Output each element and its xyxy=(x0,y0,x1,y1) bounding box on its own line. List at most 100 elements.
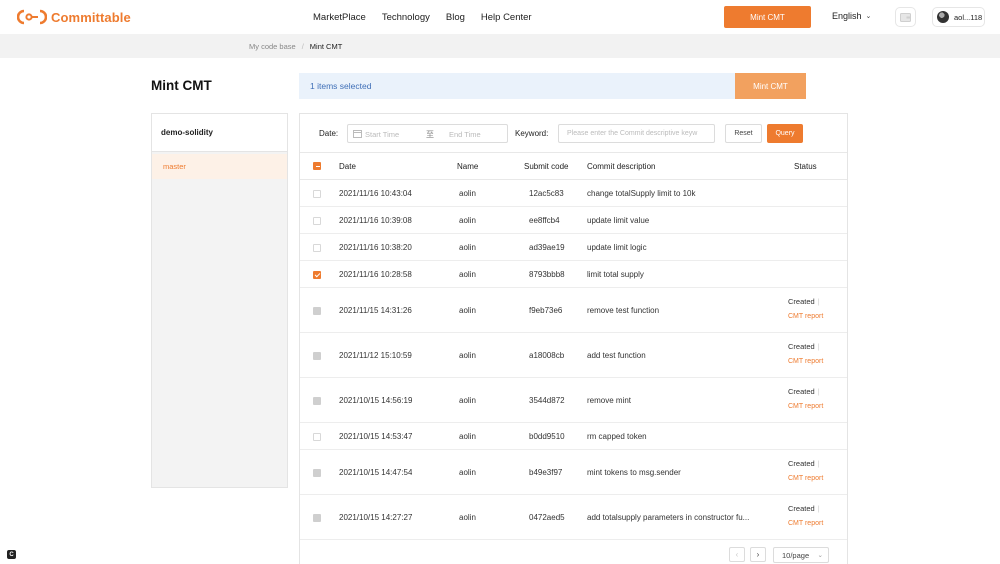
next-page-button[interactable]: › xyxy=(750,547,766,562)
keyword-label: Keyword: xyxy=(515,129,549,138)
row-checkbox[interactable] xyxy=(313,217,321,225)
mint-cmt-button[interactable]: Mint CMT xyxy=(735,73,806,99)
selection-count: 1 items selected xyxy=(310,81,372,91)
nav-marketplace[interactable]: MarketPlace xyxy=(313,12,366,23)
table-row[interactable]: 2021/10/15 14:27:27 aolin 0472aed5 add tota… xyxy=(300,495,847,540)
language-selector[interactable]: English ⌄ xyxy=(832,11,871,21)
table-row[interactable]: 2021/11/12 15:10:59 aolin a18008cb add test… xyxy=(300,333,847,378)
cell-submit-code: ad39ae19 xyxy=(529,243,565,252)
range-separator: 至 xyxy=(426,130,434,139)
user-menu[interactable]: aol...118 xyxy=(932,7,985,27)
reset-button[interactable]: Reset xyxy=(725,124,762,143)
row-checkbox[interactable] xyxy=(313,271,321,279)
nav-help-center[interactable]: Help Center xyxy=(481,12,532,23)
filter-bar: Date: Start Time 至 End Time Keyword: Ple… xyxy=(300,114,847,152)
cmt-report-link[interactable]: CMT report xyxy=(788,403,823,410)
row-checkbox xyxy=(313,307,321,315)
commit-panel: Date: Start Time 至 End Time Keyword: Ple… xyxy=(299,113,848,564)
cell-name: aolin xyxy=(459,351,476,360)
cmt-report-link[interactable]: CMT report xyxy=(788,358,823,365)
app-badge-icon: C xyxy=(7,550,16,559)
status-badge: Created | xyxy=(788,297,820,306)
date-range-picker[interactable]: Start Time 至 End Time xyxy=(347,124,508,143)
cell-submit-code: 12ac5c83 xyxy=(529,189,564,198)
selection-banner: 1 items selected xyxy=(299,73,736,99)
cell-commit-description: remove mint xyxy=(587,396,632,405)
table-row[interactable]: 2021/10/15 14:56:19 aolin 3544d872 remove m… xyxy=(300,378,847,423)
header-mint-cmt-button[interactable]: Mint CMT xyxy=(724,6,811,28)
table-row[interactable]: 2021/11/16 10:43:04 aolin 12ac5c83 change t… xyxy=(300,180,847,207)
col-status: Status xyxy=(794,162,817,171)
status-text: Created xyxy=(788,504,815,513)
start-time-input[interactable]: Start Time xyxy=(365,130,399,139)
table-row[interactable]: 2021/10/15 14:53:47 aolin b0dd9510 rm cappe… xyxy=(300,423,847,450)
end-time-input[interactable]: End Time xyxy=(449,130,481,139)
cell-name: aolin xyxy=(459,216,476,225)
cell-name: aolin xyxy=(459,306,476,315)
row-checkbox xyxy=(313,469,321,477)
cell-date: 2021/11/15 14:31:26 xyxy=(339,306,412,315)
table-row[interactable]: 2021/11/15 14:31:26 aolin f9eb73e6 remove t… xyxy=(300,288,847,333)
cmt-report-link[interactable]: CMT report xyxy=(788,475,823,482)
status-text: Created xyxy=(788,459,815,468)
cell-date: 2021/10/15 14:56:19 xyxy=(339,396,413,405)
table-row[interactable]: 2021/11/16 10:39:08 aolin ee8ffcb4 update l… xyxy=(300,207,847,234)
cell-submit-code: ee8ffcb4 xyxy=(529,216,560,225)
cell-submit-code: f9eb73e6 xyxy=(529,306,563,315)
cmt-report-link[interactable]: CMT report xyxy=(788,313,823,320)
logo[interactable]: Committable xyxy=(17,9,131,25)
row-checkbox[interactable] xyxy=(313,433,321,441)
cell-commit-description: rm capped token xyxy=(587,432,647,441)
cell-submit-code: 3544d872 xyxy=(529,396,565,405)
col-submit-code: Submit code xyxy=(524,162,569,171)
cell-submit-code: 8793bbb8 xyxy=(529,270,565,279)
wallet-icon xyxy=(900,12,911,22)
cell-name: aolin xyxy=(459,468,476,477)
cell-name: aolin xyxy=(459,432,476,441)
breadcrumb-root[interactable]: My code base xyxy=(249,42,296,51)
page-title: Mint CMT xyxy=(151,78,212,93)
row-checkbox[interactable] xyxy=(313,244,321,252)
logo-icon xyxy=(17,9,47,25)
row-checkbox[interactable] xyxy=(313,190,321,198)
status-text: Created xyxy=(788,342,815,351)
status-text: Created xyxy=(788,297,815,306)
table-header: Date Name Submit code Commit description… xyxy=(300,152,847,180)
avatar xyxy=(937,11,949,23)
logo-text: Committable xyxy=(51,9,131,25)
cell-submit-code: b0dd9510 xyxy=(529,432,565,441)
branch-item-master[interactable]: master xyxy=(152,154,287,179)
breadcrumb-current: Mint CMT xyxy=(309,41,343,51)
main-nav: MarketPlace Technology Blog Help Center xyxy=(305,0,540,34)
select-all-checkbox[interactable] xyxy=(313,162,321,170)
pagination: ‹ › 10/page ⌄ xyxy=(300,539,847,564)
cell-date: 2021/11/16 10:39:08 xyxy=(339,216,412,225)
status-divider: | xyxy=(817,297,820,306)
cell-commit-description: update limit value xyxy=(587,216,650,225)
chevron-down-icon: ⌄ xyxy=(817,552,823,559)
cell-date: 2021/11/16 10:43:04 xyxy=(339,189,412,198)
chevron-down-icon: ⌄ xyxy=(865,13,872,20)
cell-date: 2021/11/16 10:38:20 xyxy=(339,243,412,252)
wallet-button[interactable] xyxy=(895,7,916,27)
table-row[interactable]: 2021/11/16 10:28:58 aolin 8793bbb8 limit to… xyxy=(300,261,847,288)
nav-blog[interactable]: Blog xyxy=(446,12,465,23)
nav-technology[interactable]: Technology xyxy=(382,12,430,23)
cell-submit-code: a18008cb xyxy=(529,351,565,360)
cell-name: aolin xyxy=(459,189,476,198)
status-badge: Created | xyxy=(788,459,820,468)
calendar-icon xyxy=(353,130,362,138)
status-divider: | xyxy=(817,342,820,351)
keyword-input[interactable]: Please enter the Commit descriptive keyw xyxy=(558,124,715,143)
status-badge: Created | xyxy=(788,504,820,513)
page-size-select[interactable]: 10/page ⌄ xyxy=(773,547,829,563)
table-row[interactable]: 2021/10/15 14:47:54 aolin b49e3f97 mint tok… xyxy=(300,450,847,495)
cmt-report-link[interactable]: CMT report xyxy=(788,520,823,527)
prev-page-button[interactable]: ‹ xyxy=(729,547,745,562)
col-commit-description: Commit description xyxy=(587,162,656,171)
query-button[interactable]: Query xyxy=(767,124,803,143)
table-row[interactable]: 2021/11/16 10:38:20 aolin ad39ae19 update l… xyxy=(300,234,847,261)
repo-sidebar: demo-solidity master xyxy=(151,113,288,488)
user-address: aol...118 xyxy=(954,12,983,22)
cell-submit-code: b49e3f97 xyxy=(529,468,563,477)
